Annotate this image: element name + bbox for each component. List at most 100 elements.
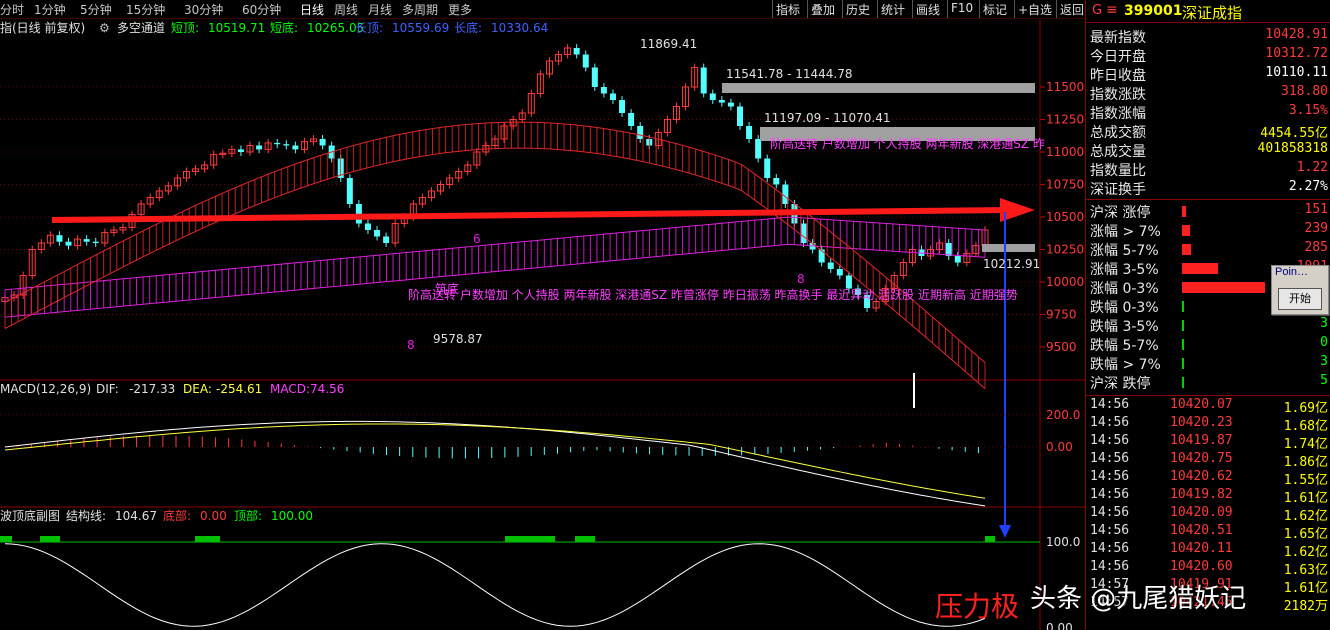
- tick-time: 14:56: [1090, 397, 1130, 412]
- long-channel-edge: [4, 243, 986, 318]
- candle-body: [773, 178, 780, 185]
- last-label: 10212.91: [983, 257, 1040, 271]
- dea-label: DEA:: [183, 382, 212, 396]
- tick-price: 10420.07: [1170, 397, 1233, 412]
- range-label: 11541.78 - 11444.78: [726, 67, 852, 81]
- group-marker[interactable]: G: [1092, 3, 1102, 18]
- struct-top-value: 100.00: [271, 509, 313, 523]
- tick-volume: 1.74亿: [1283, 437, 1328, 452]
- tick-row: 14:56 10420.51 1.65亿: [1090, 523, 1328, 542]
- dea-value: -254.61: [216, 382, 262, 396]
- index-name: 深证成指: [1182, 4, 1243, 22]
- tick-time: 14:56: [1090, 415, 1130, 430]
- tick-volume: 1.62亿: [1283, 509, 1328, 524]
- y-tick-label: 10500: [1046, 210, 1084, 224]
- candle-body: [283, 144, 290, 146]
- top-zone-mark: [575, 536, 595, 542]
- stat-label: 指数量比: [1090, 163, 1146, 179]
- candle-body: [628, 113, 635, 126]
- breadth-bar: [1182, 244, 1191, 255]
- stat-value: 10428.91: [1265, 27, 1328, 42]
- breadth-bar: [1182, 320, 1184, 331]
- stat-value: 2.27%: [1288, 179, 1328, 194]
- menu-icon[interactable]: ≡: [1106, 2, 1118, 18]
- point-popup[interactable]: Poin… 开始: [1271, 265, 1329, 315]
- resistance-bar: [722, 83, 1035, 93]
- breadth-bar: [1182, 358, 1184, 369]
- tick-volume: 1.86亿: [1283, 455, 1328, 470]
- breadth-value: 5: [1320, 373, 1328, 388]
- tick-price: 10420.11: [1170, 541, 1233, 556]
- candle-body: [600, 87, 607, 94]
- high-label: 11869.41: [640, 37, 697, 51]
- candle-body: [237, 149, 244, 152]
- breadth-label: 涨幅 0-3%: [1090, 281, 1159, 297]
- candle-body: [746, 126, 753, 139]
- stat-label: 今日开盘: [1090, 49, 1146, 65]
- resistance-bar: [982, 244, 1035, 252]
- top-zone-mark: [505, 536, 555, 542]
- tick-row: 14:56 10420.62 1.55亿: [1090, 469, 1328, 488]
- candle-body: [582, 54, 589, 68]
- candle-body: [364, 223, 371, 230]
- tick-price: 10420.75: [1170, 451, 1233, 466]
- stat-value: 1.22: [1296, 160, 1328, 175]
- candle-body: [56, 235, 63, 242]
- tag-line: 阶高送转 户数增加 个人持股 两年新股 深港通SZ 昨: [770, 136, 1045, 151]
- long-channel-edge: [4, 216, 986, 291]
- dif-label: DIF:: [96, 382, 119, 396]
- y-tick-label: 9750: [1046, 308, 1077, 322]
- y-tick-label: 10250: [1046, 243, 1084, 257]
- y-tick-label: 10000: [1046, 275, 1084, 289]
- breadth-bar: [1182, 339, 1184, 350]
- stat-label: 指数涨跌: [1090, 87, 1146, 103]
- tick-row: 14:56 10419.82 1.61亿: [1090, 487, 1328, 506]
- tag-line: 阶高送转 户数增加 个人持股 两年新股 深港通SZ 昨曾涨停 昨日振荡 昨高换手…: [408, 287, 1018, 302]
- struct-y-tick: 100.0: [1046, 535, 1080, 549]
- candle-body: [274, 142, 281, 145]
- tick-time: 14:56: [1090, 541, 1130, 556]
- struct-top-label: 顶部:: [234, 508, 262, 523]
- candle-body: [637, 126, 644, 139]
- tick-time: 14:56: [1090, 451, 1130, 466]
- low-label: 9578.87: [433, 332, 483, 346]
- tick-volume: 1.61亿: [1283, 491, 1328, 506]
- breadth-row: 跌幅 5-7% 0: [1090, 335, 1328, 354]
- breadth-label: 涨幅 5-7%: [1090, 243, 1159, 259]
- candle-body: [845, 275, 852, 289]
- short-bottom-label: 短底:: [270, 20, 298, 35]
- short-top-label: 短顶:: [171, 21, 199, 35]
- tick-row: 14:56 10419.87 1.74亿: [1090, 433, 1328, 452]
- stat-row: 今日开盘 10312.72: [1090, 46, 1328, 65]
- stat-value: 4454.55亿: [1260, 126, 1328, 141]
- macd-title: MACD(12,26,9): [0, 382, 91, 396]
- structure-line: [4, 543, 986, 627]
- breadth-label: 跌幅 3-5%: [1090, 319, 1159, 335]
- divider: [1086, 199, 1330, 200]
- candle-body: [718, 100, 725, 103]
- tick-row: 14:56 10420.60 1.63亿: [1090, 559, 1328, 578]
- candle-body: [591, 67, 598, 87]
- candle-body: [764, 158, 771, 178]
- stat-row: 深证换手 2.27%: [1090, 179, 1328, 198]
- tick-volume: 1.65亿: [1283, 527, 1328, 542]
- breadth-bar: [1182, 206, 1186, 217]
- stat-row: 总成交量 401858318: [1090, 141, 1328, 160]
- tick-volume: 1.55亿: [1283, 473, 1328, 488]
- breadth-row: 沪深 涨停 151: [1090, 202, 1328, 221]
- struct-line-value: 104.67: [115, 509, 157, 523]
- wave-label: 6: [473, 232, 481, 246]
- tick-price: 10420.51: [1170, 523, 1233, 538]
- tick-price: 10420.23: [1170, 415, 1233, 430]
- candle-body: [573, 48, 580, 55]
- candle-body: [727, 102, 734, 107]
- y-tick-label: 11500: [1046, 80, 1084, 94]
- dif-line: [4, 420, 986, 507]
- start-button[interactable]: 开始: [1278, 288, 1322, 310]
- tick-volume: 1.63亿: [1283, 563, 1328, 578]
- breadth-label: 涨幅 > 7%: [1090, 224, 1161, 240]
- kline-chart[interactable]: 11500 11250 11000 10750 10500 10250 10000 9750 9…: [0, 0, 1085, 630]
- stat-row: 指数量比 1.22: [1090, 160, 1328, 179]
- dif-value: -217.33: [129, 382, 175, 396]
- watermark: 头条 @九尾猎妖记: [1030, 584, 1247, 614]
